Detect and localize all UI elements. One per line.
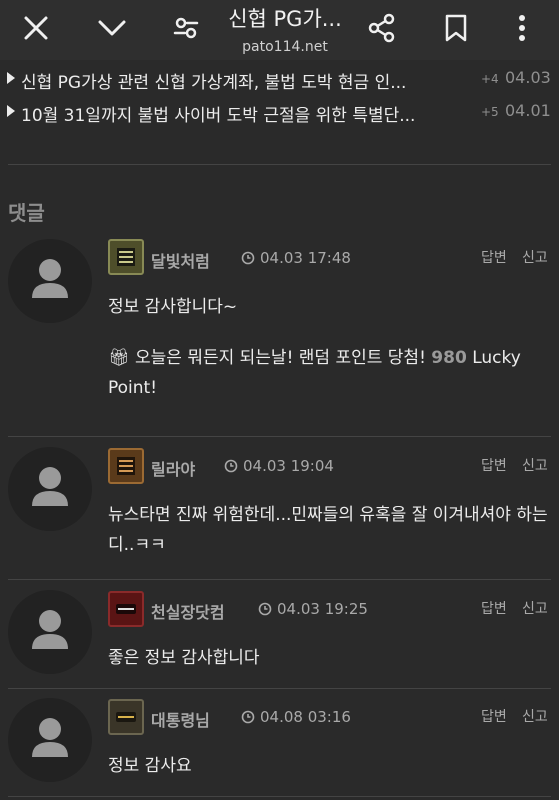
comment-time: 04.03 19:25 [258,600,368,618]
top-bar: 신협 PG가... pato114.net [0,0,559,60]
clock-icon [258,602,272,616]
page-url: pato114.net [242,39,328,55]
level-badge-icon [108,448,144,484]
related-post-item[interactable]: 10월 31일까지 불법 사이버 도박 근절을 위한 특별단... +5 04.… [0,97,559,130]
comment-author[interactable]: 릴라야 [151,456,195,480]
close-button[interactable] [12,6,60,50]
level-badge-icon [108,591,144,627]
related-post-count: +5 [481,105,499,119]
divider [8,436,551,437]
user-avatar-icon [32,610,68,649]
comment-body: 정보 감사합니다~ [108,297,238,317]
avatar[interactable] [8,239,92,323]
comment-body: 좋은 정보 감사합니다 [108,648,260,668]
user-avatar-icon [32,467,68,506]
clock-icon [241,251,255,265]
share-icon [368,13,395,43]
lucky-point-value: 980 [431,348,467,368]
bookmark-button[interactable] [432,6,480,50]
lucky-point-notice: 🎁︎ 오늘은 뭐든지 되는날! 랜덤 포인트 당첨! 980 Lucky Poi… [108,348,521,398]
report-button[interactable]: 신고 [522,598,548,618]
comment-author[interactable]: 달빛처럼 [151,248,210,272]
related-post-item[interactable]: 신협 PG가상 관련 신협 가상계좌, 불법 도박 현금 인... +4 04.… [0,64,559,97]
comment-time-text: 04.03 19:25 [277,600,368,618]
divider [8,164,551,165]
share-button[interactable] [358,6,406,50]
divider [8,579,551,580]
comment-author[interactable]: 대통령님 [151,707,210,731]
triangle-right-icon [7,72,15,84]
reply-button[interactable]: 답변 [481,598,507,618]
comment-time-text: 04.03 17:48 [260,249,351,267]
more-button[interactable] [498,6,546,50]
comment-body: 정보 감사요 [108,756,192,776]
related-post-title[interactable]: 신협 PG가상 관련 신협 가상계좌, 불법 도박 현금 인... [21,68,476,93]
comment-time-text: 04.08 03:16 [260,708,351,726]
chevron-down-icon [98,20,126,36]
comment-author[interactable]: 천실장닷컴 [151,599,225,623]
comment-time: 04.03 17:48 [241,249,351,267]
report-button[interactable]: 신고 [522,455,548,475]
comments-title: 댓글 [8,201,45,225]
user-avatar-icon [32,259,68,298]
related-posts: 신협 PG가상 관련 신협 가상계좌, 불법 도박 현금 인... +4 04.… [0,64,559,130]
user-avatar-icon [32,718,68,757]
avatar[interactable] [8,447,92,531]
page-title-block: 신협 PG가... pato114.net [210,0,360,60]
level-badge-icon [108,239,144,275]
comment-time: 04.08 03:16 [241,708,351,726]
avatar[interactable] [8,590,92,674]
comment-time: 04.03 19:04 [224,457,334,475]
report-button[interactable]: 신고 [522,247,548,267]
tune-icon [173,17,199,39]
clock-icon [224,459,238,473]
close-icon [24,16,48,40]
comment-body: 뉴스타면 진짜 위험한데...민짜들의 유혹을 잘 이겨내셔야 하는디..ㅋㅋ [108,505,548,555]
related-post-date: 04.01 [505,101,551,120]
comment-time-text: 04.03 19:04 [243,457,334,475]
avatar[interactable] [8,698,92,782]
more-vertical-icon [519,15,525,41]
level-badge-icon [108,699,144,735]
divider [8,688,551,689]
report-button[interactable]: 신고 [522,706,548,726]
collapse-button[interactable] [88,6,136,50]
reply-button[interactable]: 답변 [481,706,507,726]
page-title: 신협 PG가... [228,7,342,31]
clock-icon [241,710,255,724]
triangle-right-icon [7,105,15,117]
settings-button[interactable] [162,6,210,50]
divider [8,796,551,797]
reply-button[interactable]: 답변 [481,455,507,475]
related-post-count: +4 [481,72,499,86]
gift-icon: 🎁︎ [108,348,135,368]
bookmark-icon [445,14,467,42]
reply-button[interactable]: 답변 [481,247,507,267]
related-post-title[interactable]: 10월 31일까지 불법 사이버 도박 근절을 위한 특별단... [21,101,476,126]
related-post-date: 04.03 [505,68,551,87]
